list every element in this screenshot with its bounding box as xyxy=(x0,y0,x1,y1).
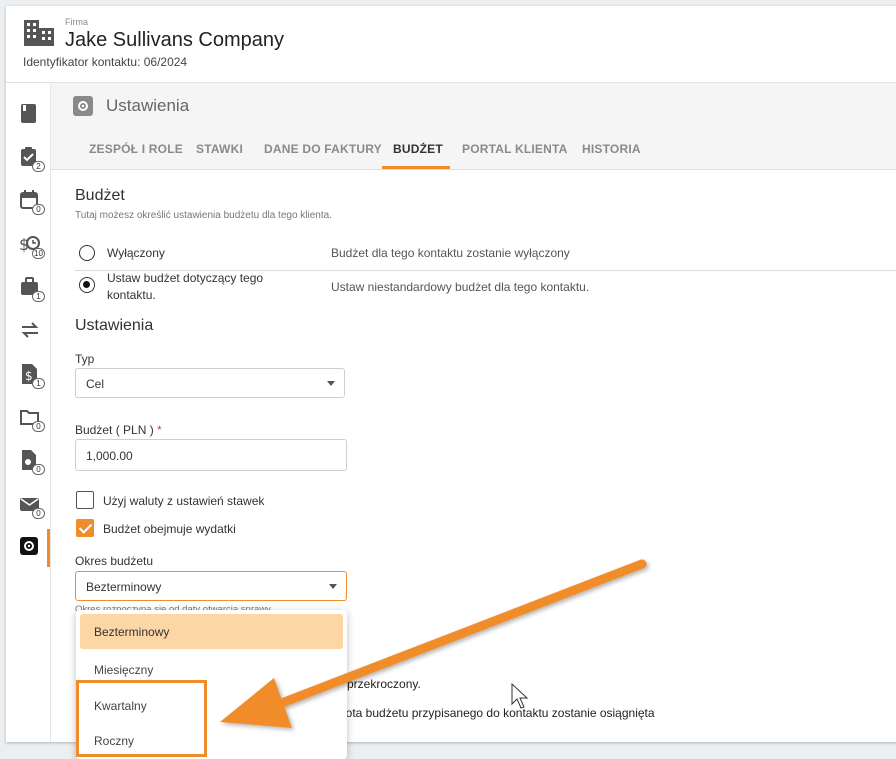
app-card: Firma Jake Sullivans Company Identyfikat… xyxy=(6,6,896,759)
mouse-cursor-icon xyxy=(511,682,529,709)
annotation-arrow-icon xyxy=(220,559,647,728)
